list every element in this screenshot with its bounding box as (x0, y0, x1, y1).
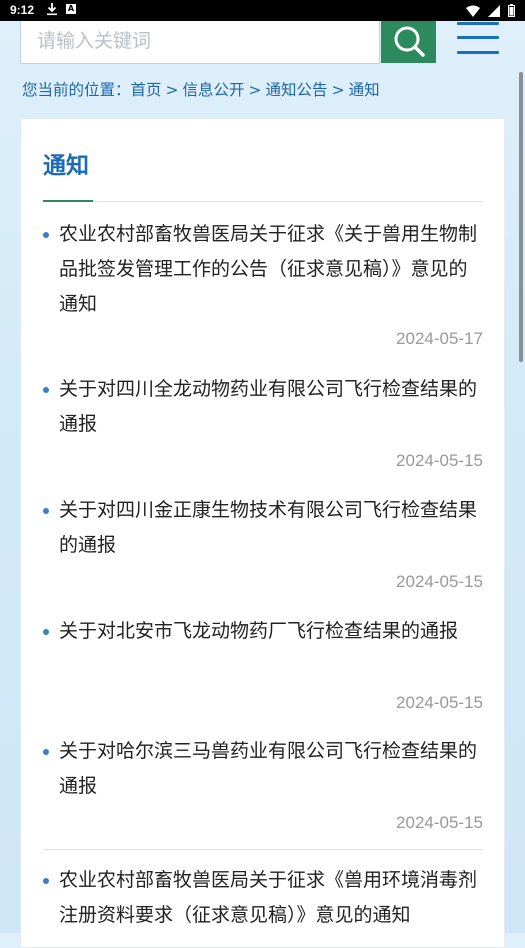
breadcrumb: 您当前的位置：首页 > 信息公开 > 通知公告 > 通知 (22, 78, 380, 100)
status-time: 9:12 (10, 3, 35, 17)
bullet-icon (43, 629, 49, 635)
status-icons (462, 3, 515, 17)
notice-title[interactable]: 农业农村部畜牧兽医局关于征求《关于兽用生物制品批签发管理工作的公告（征求意见稿）… (59, 217, 483, 322)
search-button[interactable] (381, 21, 436, 63)
notice-date: 2024-05-15 (396, 813, 483, 832)
bullet-icon (43, 387, 49, 393)
status-bar: 9:12 A (0, 0, 525, 21)
bullet-icon (43, 878, 49, 884)
notice-title[interactable]: 农业农村部畜牧兽医局关于征求《兽用环境消毒剂注册资料要求（征求意见稿）》意见的通… (59, 863, 483, 933)
battery-icon (508, 4, 515, 17)
menu-button[interactable] (456, 21, 500, 61)
breadcrumb-separator: > (165, 81, 179, 99)
signal-icon (488, 4, 501, 17)
group-divider (43, 849, 483, 850)
search-input[interactable] (21, 21, 373, 61)
breadcrumb-item-notice[interactable]: 通知 (349, 81, 380, 99)
breadcrumb-item-info[interactable]: 信息公开 (183, 81, 245, 99)
notice-date: 2024-05-17 (396, 329, 483, 348)
notice-title[interactable]: 关于对北安市飞龙动物药厂飞行检查结果的通报 (59, 614, 483, 649)
breadcrumb-separator: > (331, 81, 345, 99)
notice-title[interactable]: 关于对四川金正康生物技术有限公司飞行检查结果的通报 (59, 493, 483, 563)
notice-title[interactable]: 关于对哈尔滨三马兽药业有限公司飞行检查结果的通报 (59, 734, 483, 804)
notice-date: 2024-05-15 (396, 451, 483, 470)
section-title: 通知 (43, 153, 89, 179)
scrollbar[interactable] (519, 72, 523, 362)
wifi-icon (466, 5, 481, 17)
title-divider (43, 201, 483, 202)
search-box (20, 21, 380, 64)
bullet-icon (43, 508, 49, 514)
notice-date: 2024-05-15 (396, 572, 483, 591)
bullet-icon (43, 749, 49, 755)
menu-icon (457, 22, 499, 25)
search-icon (394, 26, 425, 57)
download-icon (46, 2, 58, 19)
breadcrumb-separator: > (248, 81, 262, 99)
notice-date: 2024-05-15 (396, 693, 483, 712)
title-accent-bar (43, 200, 93, 202)
notice-list-card: 通知 农业农村部畜牧兽医局关于征求《关于兽用生物制品批签发管理工作的公告（征求意… (20, 118, 505, 948)
notice-title[interactable]: 关于对四川全龙动物药业有限公司飞行检查结果的通报 (59, 372, 483, 442)
breadcrumb-prefix: 您当前的位置： (22, 81, 131, 99)
bullet-icon (43, 232, 49, 238)
breadcrumb-item-announcements[interactable]: 通知公告 (266, 81, 328, 99)
notification-badge: A (66, 4, 76, 14)
breadcrumb-item-home[interactable]: 首页 (131, 81, 162, 99)
